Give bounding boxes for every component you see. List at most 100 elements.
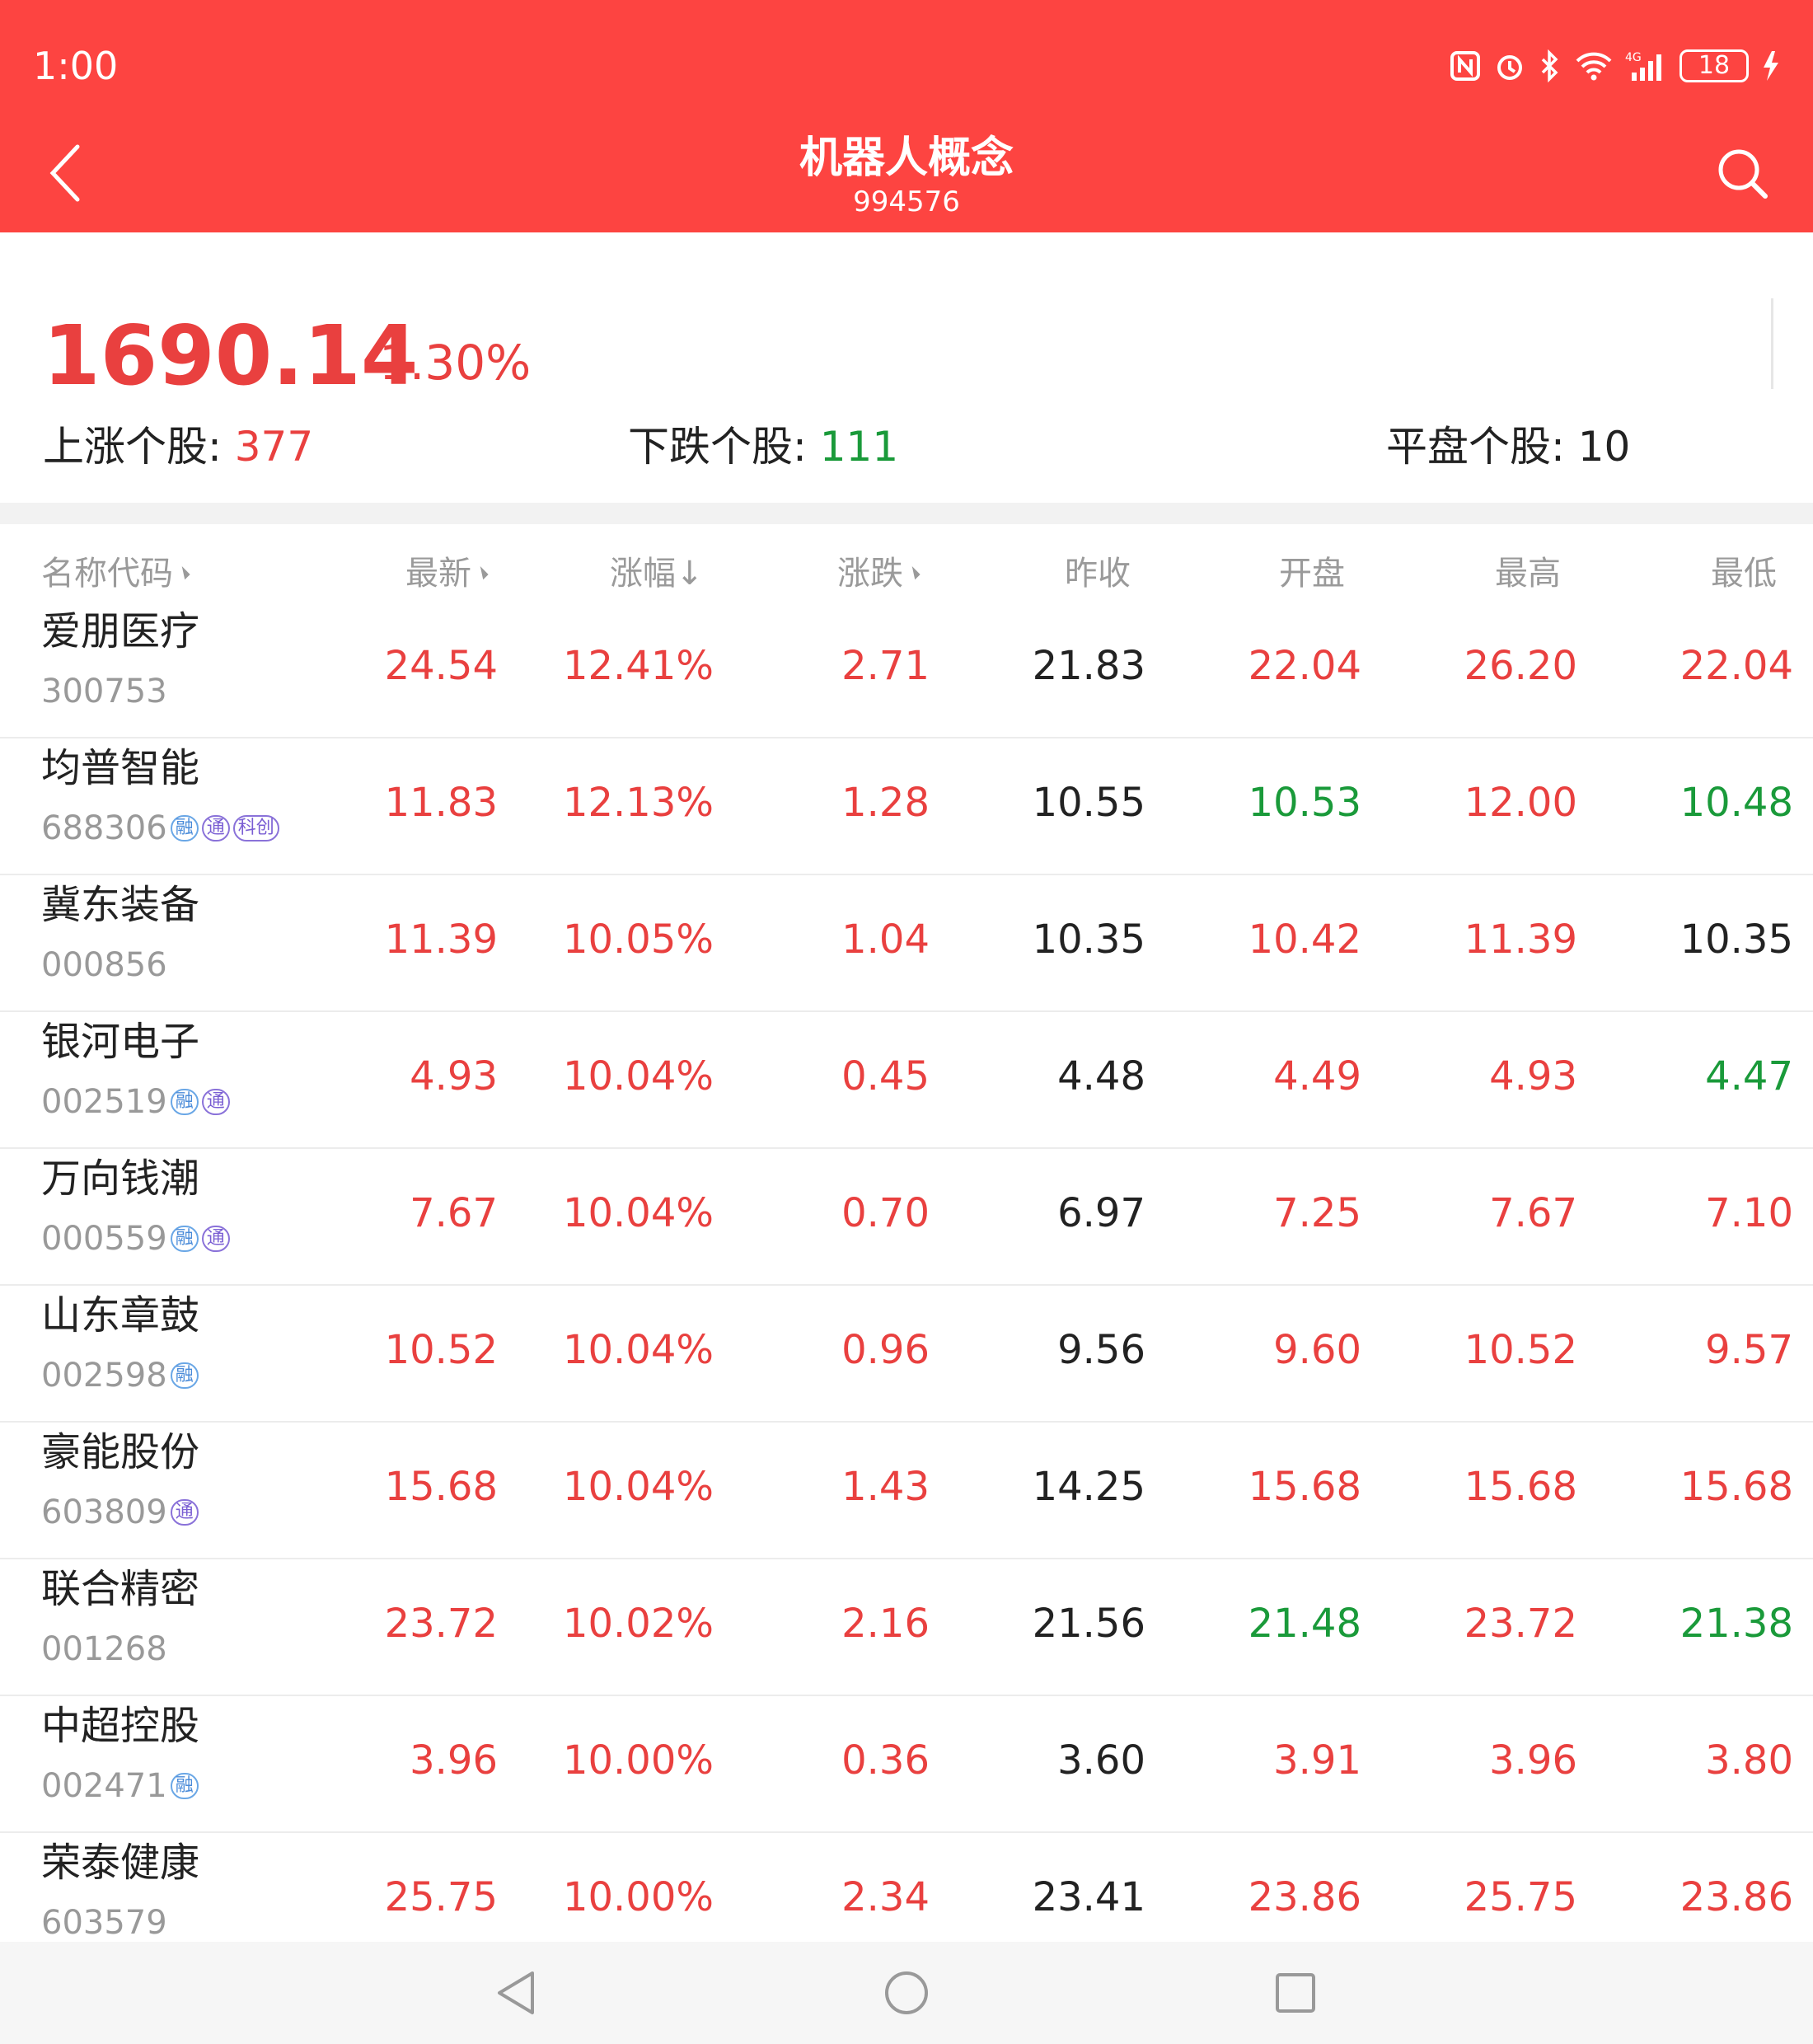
stock-tag-badge: 融 <box>170 1226 199 1252</box>
cell-high: 25.75 <box>1464 1874 1577 1920</box>
cell-open: 10.53 <box>1248 780 1361 826</box>
cell-low: 23.86 <box>1679 1874 1793 1920</box>
cell-high: 23.72 <box>1464 1601 1577 1647</box>
nav-recents-button[interactable] <box>1269 1967 1322 2019</box>
page-title: 机器人概念 <box>799 134 1014 183</box>
cell-low: 3.80 <box>1705 1737 1793 1784</box>
cell-latest: 4.93 <box>410 1053 498 1099</box>
stock-name: 银河电子 <box>41 1019 200 1065</box>
nfc-icon <box>1450 51 1480 81</box>
cell-change: 0.36 <box>841 1737 930 1784</box>
cell-high: 3.96 <box>1489 1737 1577 1784</box>
flat-count: 10 <box>1577 423 1631 471</box>
stock-code: 002519 融通 <box>41 1081 230 1123</box>
flat-count-stat: 平盘个股: 10 <box>1386 420 1630 473</box>
cell-change: 1.28 <box>841 780 930 826</box>
col-change[interactable]: 涨跌 <box>837 549 921 598</box>
stock-code-text: 000559 <box>41 1220 167 1258</box>
table-row[interactable]: 银河电子 002519 融通 4.93 10.04% 0.45 4.48 4.49 4.93 4.… <box>0 1012 1813 1149</box>
table-row[interactable]: 均普智能 688306 融通科创 11.83 12.13% 1.28 10.55 10.53 1… <box>0 738 1813 875</box>
cell-change-pct: 10.04% <box>562 1464 714 1510</box>
stock-tag-badge: 通 <box>201 1226 230 1252</box>
cell-change: 0.70 <box>841 1190 930 1236</box>
cell-latest: 11.39 <box>384 917 498 963</box>
table-row[interactable]: 山东章鼓 002598 融 10.52 10.04% 0.96 9.56 9.60 10.52 9… <box>0 1286 1813 1423</box>
bluetooth-icon <box>1541 49 1558 82</box>
stock-tag-badge: 通 <box>201 815 230 842</box>
cell-high: 7.67 <box>1489 1190 1577 1236</box>
col-low[interactable]: 最低 <box>1711 549 1777 598</box>
stock-tag-badge: 通 <box>201 1089 230 1115</box>
signal-icon: 4G <box>1625 51 1661 81</box>
stock-code: 300753 <box>41 671 167 712</box>
cell-open: 3.91 <box>1273 1737 1361 1784</box>
down-count-stat: 下跌个股: 111 <box>628 420 898 473</box>
table-row[interactable]: 冀东装备 000856 11.39 10.05% 1.04 10.35 10.42 11.39… <box>0 875 1813 1012</box>
table-header: 名称代码 最新 涨幅↓ 涨跌 昨收 开盘 最高 最低 <box>0 544 1813 602</box>
stock-code-text: 603809 <box>41 1493 167 1531</box>
alarm-icon <box>1497 55 1522 80</box>
stock-code: 001268 <box>41 1629 167 1670</box>
stock-code: 000856 <box>41 945 167 986</box>
cell-change-pct: 10.04% <box>562 1327 714 1373</box>
charging-icon <box>1764 51 1778 81</box>
stock-code: 002471 融 <box>41 1765 199 1807</box>
search-button[interactable] <box>1714 145 1772 203</box>
cell-latest: 3.96 <box>410 1737 498 1784</box>
cell-open: 15.68 <box>1248 1464 1361 1510</box>
cell-latest: 7.67 <box>410 1190 498 1236</box>
cell-latest: 10.52 <box>384 1327 498 1373</box>
cell-prev-close: 9.56 <box>1057 1327 1145 1373</box>
network-label: 4G <box>1625 51 1642 64</box>
cell-high: 10.52 <box>1464 1327 1577 1373</box>
cell-prev-close: 23.41 <box>1032 1874 1145 1920</box>
table-row[interactable]: 万向钱潮 000559 融通 7.67 10.04% 0.70 6.97 7.25 7.67 7.… <box>0 1149 1813 1286</box>
square-recents-icon <box>1276 1973 1315 2013</box>
cell-open: 23.86 <box>1248 1874 1361 1920</box>
wifi-icon <box>1576 52 1612 81</box>
cell-change: 1.04 <box>841 917 930 963</box>
col-open[interactable]: 开盘 <box>1279 549 1345 598</box>
stock-code-text: 603579 <box>41 1904 167 1942</box>
up-count-stat: 上涨个股: 377 <box>43 420 313 473</box>
stock-name: 山东章鼓 <box>41 1292 200 1338</box>
cell-open: 4.49 <box>1273 1053 1361 1099</box>
cell-open: 22.04 <box>1248 643 1361 689</box>
stock-code-text: 001268 <box>41 1630 167 1668</box>
cell-change: 2.34 <box>841 1874 930 1920</box>
cell-open: 9.60 <box>1273 1327 1361 1373</box>
app-header: 1:00 4G 18 机器人概念 994576 <box>0 0 1813 232</box>
flat-label: 平盘个股: <box>1386 423 1578 471</box>
table-row[interactable]: 联合精密 001268 23.72 10.02% 2.16 21.56 21.48 23.72… <box>0 1559 1813 1696</box>
section-divider <box>0 503 1813 524</box>
cell-change: 0.96 <box>841 1327 930 1373</box>
nav-home-button[interactable] <box>880 1967 933 2019</box>
col-high[interactable]: 最高 <box>1495 549 1561 598</box>
index-price: 1690.14 <box>43 307 419 404</box>
cell-low: 15.68 <box>1679 1464 1793 1510</box>
table-row[interactable]: 爱朋医疗 300753 24.54 12.41% 2.71 21.83 22.04 26.20… <box>0 602 1813 738</box>
search-icon <box>1718 149 1768 199</box>
table-row[interactable]: 豪能股份 603809 通 15.68 10.04% 1.43 14.25 15.68 15.6… <box>0 1423 1813 1559</box>
nav-back-button[interactable] <box>491 1967 544 2019</box>
down-label: 下跌个股: <box>628 423 820 471</box>
col-latest[interactable]: 最新 <box>405 549 489 598</box>
col-prev-close[interactable]: 昨收 <box>1065 549 1131 598</box>
cell-open: 21.48 <box>1248 1601 1361 1647</box>
stock-tag-badge: 融 <box>170 1089 199 1115</box>
cell-latest: 25.75 <box>384 1874 498 1920</box>
table-row[interactable]: 中超控股 002471 融 3.96 10.00% 0.36 3.60 3.91 3.96 3.8… <box>0 1696 1813 1833</box>
col-name-code[interactable]: 名称代码 <box>41 549 190 598</box>
cell-prev-close: 10.35 <box>1032 917 1145 963</box>
triangle-back-icon <box>498 1971 534 2014</box>
stock-code-text: 300753 <box>41 673 167 710</box>
cell-change-pct: 10.00% <box>562 1874 714 1920</box>
stock-code: 000559 融通 <box>41 1218 230 1259</box>
cell-high: 11.39 <box>1464 917 1577 963</box>
cell-change: 2.71 <box>841 643 930 689</box>
col-change-pct[interactable]: 涨幅↓ <box>610 549 704 598</box>
status-time: 1:00 <box>33 44 119 88</box>
index-summary: 1690.14 1.30% 上涨个股: 377 下跌个股: 111 平盘个股: … <box>0 232 1813 503</box>
cell-change-pct: 12.41% <box>562 643 714 689</box>
stock-code-text: 002519 <box>41 1083 167 1121</box>
